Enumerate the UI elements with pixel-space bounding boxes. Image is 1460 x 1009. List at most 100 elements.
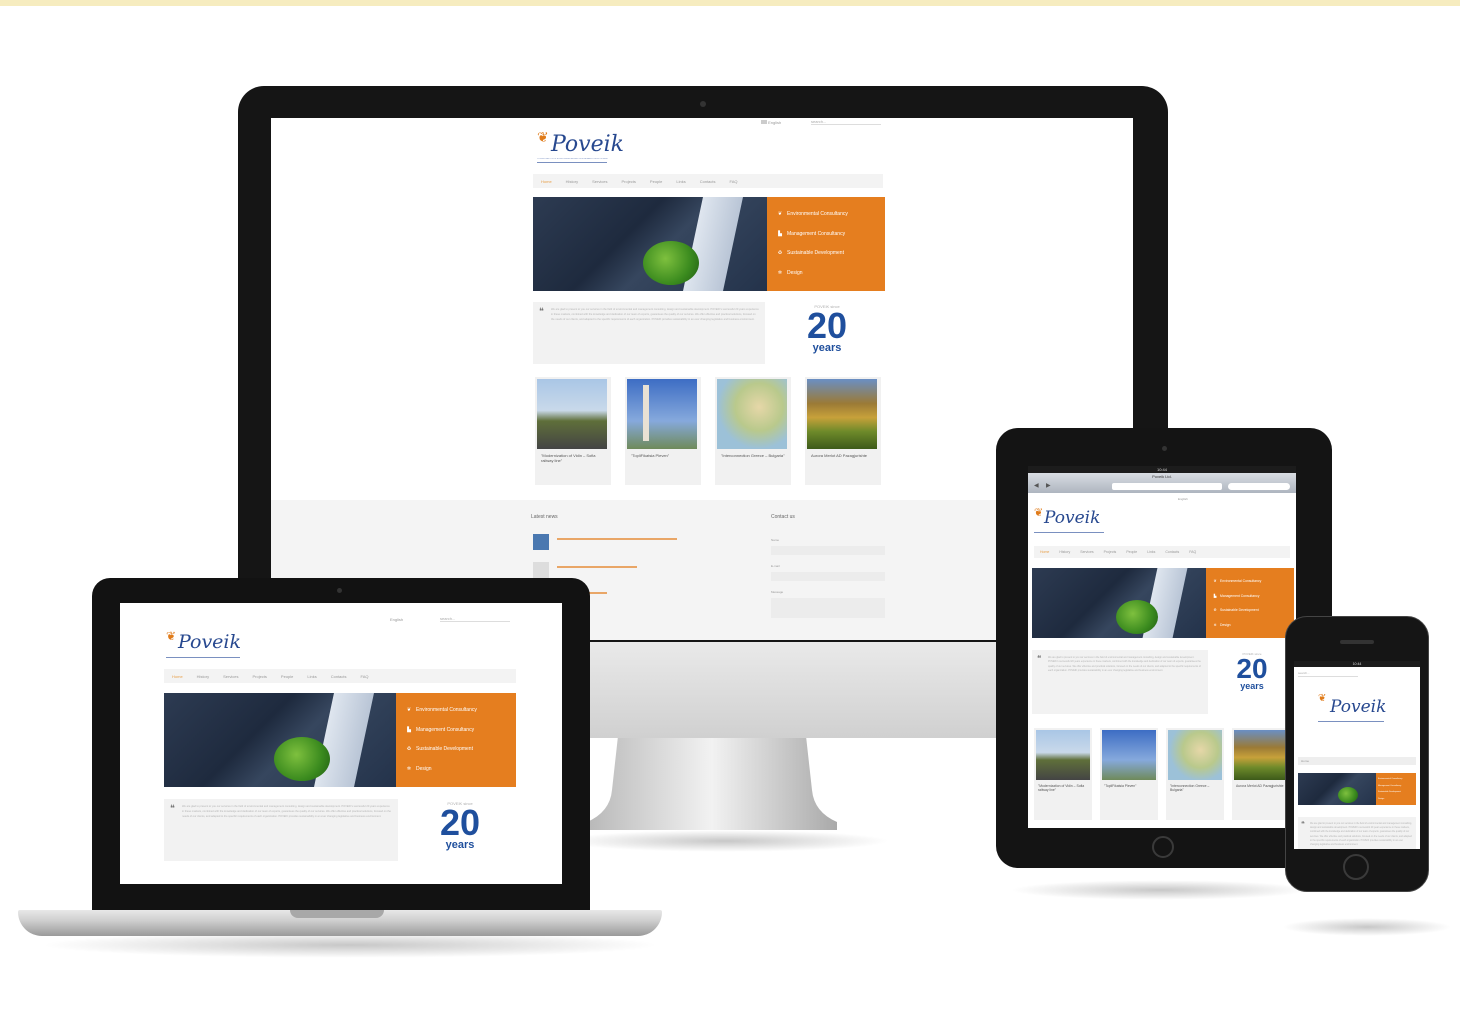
compass-icon: ✲ bbox=[406, 765, 412, 772]
laptop-intro-quote: ❝ We are glad to present to you our serv… bbox=[164, 799, 398, 861]
tablet-page-title: Poveik Ltd. bbox=[1152, 474, 1172, 479]
laptop-service-design[interactable]: ✲ Design bbox=[402, 760, 516, 780]
phone-search-input[interactable]: search... bbox=[1298, 671, 1358, 677]
tablet-logo-wordmark[interactable]: Poveik bbox=[1044, 508, 1100, 528]
tablet-quote-mark-icon: ❝ bbox=[1037, 654, 1042, 663]
project-card-1[interactable]: "Modernization of Vidin – Sofia railway … bbox=[535, 377, 611, 485]
tablet-back-button[interactable]: ◀ bbox=[1034, 482, 1039, 489]
phone-intro-quote: ❝ We are glad to present to you our serv… bbox=[1298, 817, 1416, 849]
services-panel: ❦ Environmental Consultancy ▙ Management C… bbox=[767, 197, 885, 291]
laptop-menu-faq[interactable]: FAQ bbox=[361, 674, 369, 679]
tablet-language-selector[interactable]: English bbox=[1178, 497, 1188, 501]
service-management[interactable]: ▙ Management Consultancy bbox=[773, 225, 885, 245]
laptop-menu-links[interactable]: Links bbox=[307, 674, 316, 679]
tablet-service-management[interactable]: ▙ Management Consultancy bbox=[1210, 589, 1294, 604]
menu-faq[interactable]: FAQ bbox=[730, 179, 738, 184]
phone-logo-wordmark[interactable]: Poveik bbox=[1330, 697, 1386, 717]
laptop-search-input[interactable]: search... bbox=[440, 616, 510, 622]
project-card-4[interactable]: Aurora Merlot AD Pazagjurishte bbox=[805, 377, 881, 485]
laptop-intro-quote-text: We are glad to present to you our servic… bbox=[182, 805, 391, 818]
news-thumb-2 bbox=[533, 562, 549, 578]
service-environmental[interactable]: ❦ Environmental Consultancy bbox=[773, 205, 885, 225]
tablet-menu-people[interactable]: People bbox=[1126, 550, 1137, 554]
railway-photo bbox=[1036, 730, 1090, 780]
laptop-service-environmental[interactable]: ❦ Environmental Consultancy bbox=[402, 701, 516, 721]
contact-email-field[interactable] bbox=[771, 572, 885, 581]
contact-name-field[interactable] bbox=[771, 546, 885, 555]
phone-screen: 10:44 search... ❦ Poveik Home Environmen… bbox=[1294, 661, 1420, 849]
phone-status-bar: 10:44 bbox=[1294, 661, 1420, 667]
tablet-menu-projects[interactable]: Projects bbox=[1104, 550, 1117, 554]
tablet-project-card-4[interactable]: Aurora Merlot AD Pazagjurishte bbox=[1232, 728, 1290, 820]
laptop-menu-people[interactable]: People bbox=[281, 674, 293, 679]
tablet-project-caption-3: "Interconnection Greece – Bulgaria" bbox=[1170, 784, 1210, 793]
tablet-menu-history[interactable]: History bbox=[1059, 550, 1070, 554]
compass-icon: ✲ bbox=[1213, 622, 1217, 627]
phone-hero-photo bbox=[1298, 773, 1378, 805]
tablet-service-design[interactable]: ✲ Design bbox=[1210, 618, 1294, 633]
phone-service-design[interactable]: Design bbox=[1378, 796, 1416, 803]
menu-people[interactable]: People bbox=[650, 179, 662, 184]
news-item-1[interactable] bbox=[557, 538, 677, 540]
laptop-menu-history[interactable]: History bbox=[197, 674, 209, 679]
laptop-language-selector[interactable]: English bbox=[390, 617, 403, 622]
phone-menu-select[interactable]: Home bbox=[1298, 757, 1416, 765]
project-card-3[interactable]: "Interconnection Greece – Bulgaria" bbox=[715, 377, 791, 485]
tablet-browser-search-field[interactable] bbox=[1228, 483, 1290, 490]
laptop-logo-tagline-line bbox=[166, 657, 240, 658]
laptop-service-management[interactable]: ▙ Management Consultancy bbox=[402, 721, 516, 741]
recycle-icon: ♻ bbox=[406, 746, 412, 752]
tablet-menu-contacts[interactable]: Contacts bbox=[1165, 550, 1179, 554]
menu-services[interactable]: Services bbox=[592, 179, 607, 184]
project-card-2[interactable]: "TopliFikatsia Pleven" bbox=[625, 377, 701, 485]
tablet-project-card-3[interactable]: "Interconnection Greece – Bulgaria" bbox=[1166, 728, 1224, 820]
tablet-browser-toolbar: Poveik Ltd. ◀ ▶ bbox=[1028, 473, 1296, 493]
search-input[interactable]: search... bbox=[811, 119, 881, 125]
tablet-menu-faq[interactable]: FAQ bbox=[1189, 550, 1196, 554]
service-design[interactable]: ✲ Design bbox=[773, 264, 885, 284]
tablet-service-environmental[interactable]: ❦ Environmental Consultancy bbox=[1210, 574, 1294, 589]
menu-history[interactable]: History bbox=[566, 179, 578, 184]
tablet-logo-tagline-line bbox=[1034, 532, 1104, 533]
tablet-logo-leaf-icon: ❦ bbox=[1034, 506, 1044, 519]
laptop-menu-services[interactable]: Services bbox=[223, 674, 238, 679]
tablet-main-menu: Home History Services Projects People Li… bbox=[1034, 546, 1290, 558]
contact-message-field[interactable] bbox=[771, 598, 885, 618]
laptop-logo-wordmark[interactable]: Poveik bbox=[178, 631, 241, 653]
laptop-service-sustainable[interactable]: ♻ Sustainable Development bbox=[402, 740, 516, 760]
menu-projects[interactable]: Projects bbox=[621, 179, 635, 184]
tablet-home-button[interactable] bbox=[1152, 836, 1174, 858]
contact-name-label: Name bbox=[771, 538, 780, 542]
tablet-project-card-2[interactable]: "TopliFikatsia Pleven" bbox=[1100, 728, 1158, 820]
tablet-menu-services[interactable]: Services bbox=[1080, 550, 1093, 554]
phone-home-button[interactable] bbox=[1343, 854, 1369, 880]
monitor-camera bbox=[700, 101, 706, 107]
tablet-project-card-1[interactable]: "Modernization of Vidin – Sofia railway … bbox=[1034, 728, 1092, 820]
seedling-icon: ❦ bbox=[777, 211, 783, 217]
news-item-2[interactable] bbox=[557, 566, 637, 568]
tablet-menu-links[interactable]: Links bbox=[1147, 550, 1155, 554]
laptop-menu-contacts[interactable]: Contacts bbox=[331, 674, 347, 679]
tablet-hero-photo bbox=[1032, 568, 1208, 638]
service-sustainable[interactable]: ♻ Sustainable Development bbox=[773, 244, 885, 264]
tablet-forward-button[interactable]: ▶ bbox=[1046, 482, 1051, 489]
recycle-icon: ♻ bbox=[777, 250, 783, 256]
menu-links[interactable]: Links bbox=[676, 179, 685, 184]
tablet-menu-home[interactable]: Home bbox=[1040, 550, 1049, 554]
laptop-menu-projects[interactable]: Projects bbox=[252, 674, 266, 679]
logo-wordmark[interactable]: Poveik bbox=[551, 132, 624, 157]
menu-contacts[interactable]: Contacts bbox=[700, 179, 716, 184]
recycle-icon: ♻ bbox=[1213, 608, 1217, 612]
vineyard-photo bbox=[1234, 730, 1288, 780]
tablet-service-sustainable[interactable]: ♻ Sustainable Development bbox=[1210, 603, 1294, 618]
language-selector[interactable]: English bbox=[761, 120, 781, 125]
laptop-menu-home[interactable]: Home bbox=[172, 674, 183, 679]
tablet-address-field[interactable] bbox=[1112, 483, 1222, 490]
vineyard-photo bbox=[807, 379, 877, 449]
laptop-services-panel: ❦ Environmental Consultancy ▙ Management C… bbox=[396, 693, 516, 787]
project-caption-2: "TopliFikatsia Pleven" bbox=[631, 453, 670, 458]
seedling-icon: ❦ bbox=[1213, 579, 1217, 583]
map-photo bbox=[1168, 730, 1222, 780]
menu-home[interactable]: Home bbox=[541, 179, 552, 184]
factory-icon: ▙ bbox=[407, 726, 411, 733]
